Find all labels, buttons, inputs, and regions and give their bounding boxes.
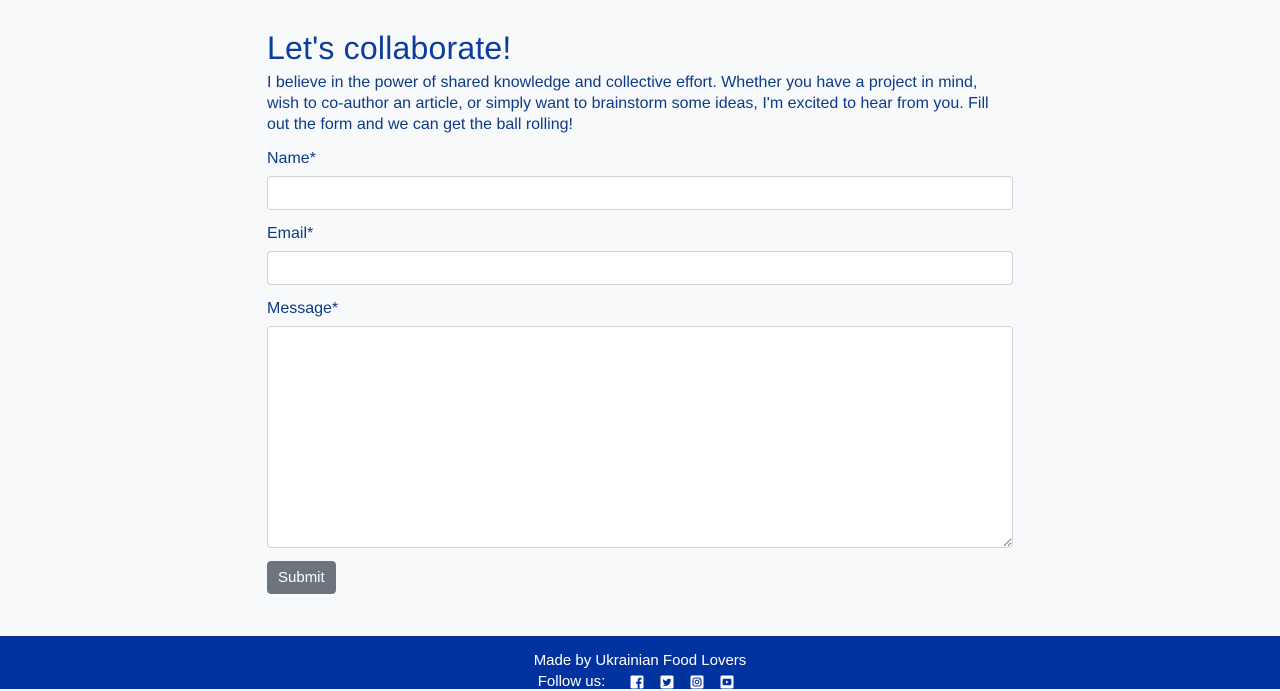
name-input[interactable] — [267, 176, 1013, 210]
instagram-icon[interactable] — [690, 675, 704, 689]
intro-text: I believe in the power of shared knowled… — [267, 74, 989, 133]
email-input[interactable] — [267, 251, 1013, 285]
social-row: Follow us: — [0, 673, 1280, 691]
page-title: Let's collaborate! — [267, 30, 512, 66]
made-by-text: Made by Ukrainian Food Lovers — [533, 652, 747, 669]
message-textarea[interactable] — [267, 326, 1013, 548]
follow-label: Follow us: — [537, 673, 606, 690]
name-label: Name* — [267, 150, 316, 167]
site-footer: Made by Ukrainian Food Lovers Follow us: — [0, 636, 1280, 691]
email-label: Email* — [267, 225, 314, 242]
facebook-icon[interactable] — [630, 675, 644, 689]
youtube-icon[interactable] — [720, 675, 734, 689]
twitter-icon[interactable] — [660, 675, 674, 689]
message-label: Message* — [267, 300, 339, 317]
submit-button[interactable]: Submit — [267, 561, 336, 594]
